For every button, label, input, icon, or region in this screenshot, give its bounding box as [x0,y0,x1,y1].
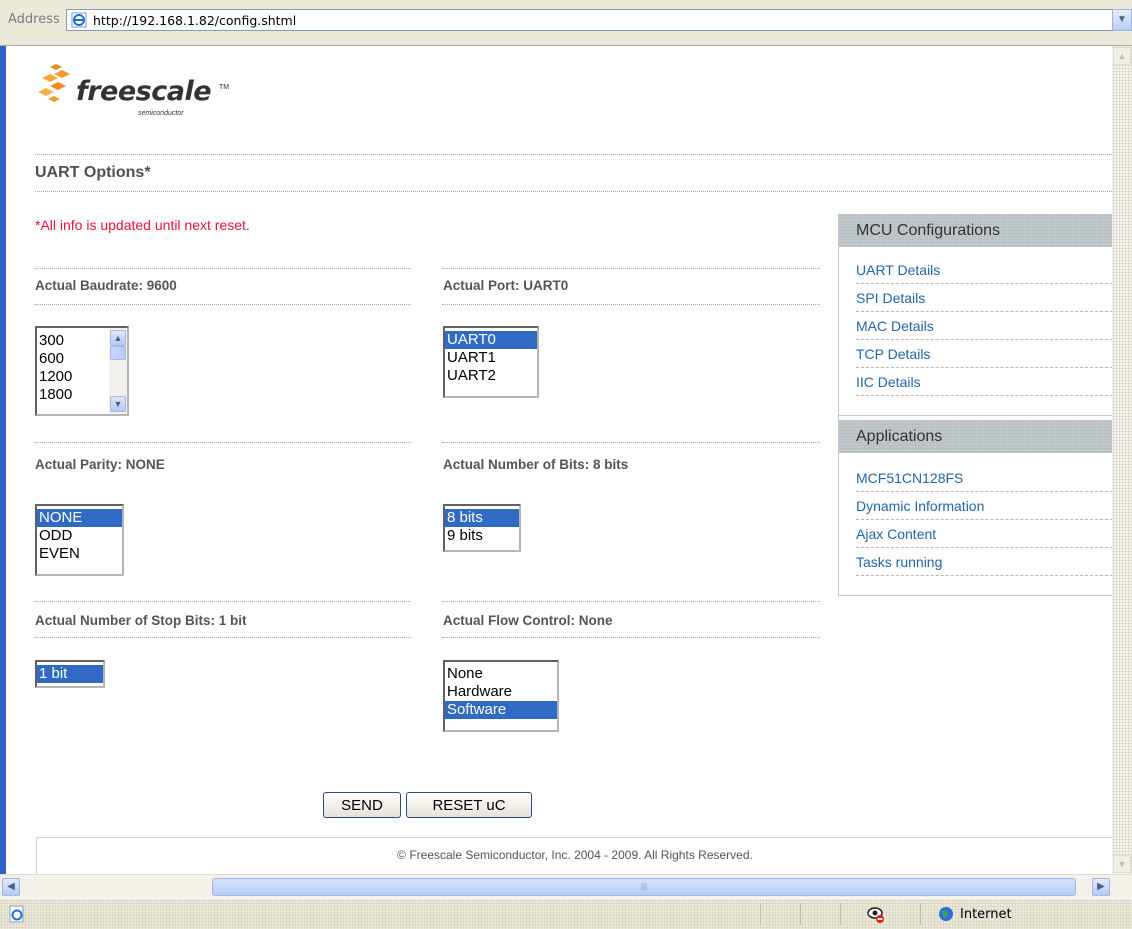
mcu-configurations-panel: MCU Configurations UART Details SPI Deta… [839,214,1112,416]
sidebar: MCU Configurations UART Details SPI Deta… [838,214,1112,596]
mcu-configurations-title: MCU Configurations [839,214,1112,248]
security-zone-label: Internet [960,907,1012,922]
page-horizontal-scrollbar[interactable]: ◀ ||| ▶ [0,874,1132,898]
divider [35,442,411,443]
status-separator [920,903,921,925]
applications-panel: Applications MCF51CN128FS Dynamic Inform… [839,420,1112,596]
reset-button[interactable]: RESET uC [406,792,532,818]
flow-control-option[interactable]: Hardware [445,683,557,701]
port-option[interactable]: UART1 [445,349,537,367]
port-select[interactable]: UART0 UART1 UART2 [443,326,539,398]
stop-bits-option-selected[interactable]: 1 bit [37,665,103,683]
scroll-thumb[interactable] [110,346,126,360]
divider [442,601,820,602]
status-separator [840,903,841,925]
bits-option[interactable]: 9 bits [445,527,519,545]
page-icon [71,12,87,28]
grip-icon: ||| [640,882,648,891]
freescale-logo-icon [38,64,70,102]
address-url: http://192.168.1.82/config.shtml [93,13,297,28]
parity-option[interactable]: EVEN [37,545,122,563]
stop-bits-label: Actual Number of Stop Bits: 1 bit [35,613,247,628]
port-option[interactable]: UART2 [445,367,537,385]
applications-title: Applications [839,420,1112,454]
divider [442,442,820,443]
divider [35,601,411,602]
chevron-left-icon: ◀ [7,881,15,892]
sidebar-link-spi-details[interactable]: SPI Details [856,284,1112,312]
copyright-text: © Freescale Semiconductor, Inc. 2004 - 2… [397,848,753,862]
send-button[interactable]: SEND [323,792,401,818]
sidebar-link-ajax-content[interactable]: Ajax Content [856,520,1112,548]
parity-option-selected[interactable]: NONE [37,509,122,527]
address-label: Address [8,12,60,27]
divider [35,268,411,269]
divider [35,191,1112,192]
chevron-down-icon: ▼ [1117,14,1127,25]
sidebar-link-mac-details[interactable]: MAC Details [856,312,1112,340]
chevron-down-icon: ▼ [113,399,123,409]
page-status-icon [9,905,24,923]
privacy-icon [867,907,884,923]
divider [35,637,411,638]
parity-label: Actual Parity: NONE [35,457,165,472]
bits-select[interactable]: 8 bits 9 bits [443,504,521,552]
flow-control-option[interactable]: None [445,665,557,683]
page-vertical-scrollbar[interactable]: ▲ ▼ [1112,46,1132,874]
flow-control-select[interactable]: None Hardware Software [443,660,559,732]
chevron-up-icon: ▲ [1117,51,1127,61]
logo-trademark: TM [219,84,230,91]
port-option-selected[interactable]: UART0 [445,331,537,349]
baudrate-scrollbar[interactable]: ▲ ▼ [109,328,127,414]
sidebar-link-tasks-running[interactable]: Tasks running [856,548,1112,576]
baudrate-label: Actual Baudrate: 9600 [35,278,177,293]
status-separator [760,903,761,925]
logo-subtitle: semiconductor [138,110,184,117]
baudrate-select[interactable]: 300 600 1200 1800 ▲ ▼ [35,326,129,416]
scroll-right-button[interactable]: ▶ [1092,878,1110,896]
scroll-left-button[interactable]: ◀ [2,878,20,896]
parity-option[interactable]: ODD [37,527,122,545]
sidebar-link-uart-details[interactable]: UART Details [856,256,1112,284]
chevron-up-icon: ▲ [113,333,123,343]
freescale-logo[interactable]: freescale TM semiconductor [36,58,246,128]
port-label: Actual Port: UART0 [443,278,569,293]
flow-control-label: Actual Flow Control: None [443,613,613,628]
scroll-down-button[interactable]: ▼ [110,396,126,412]
footer: © Freescale Semiconductor, Inc. 2004 - 2… [36,837,1112,874]
chevron-down-icon: ▼ [1117,859,1127,869]
divider [442,304,820,305]
parity-select[interactable]: NONE ODD EVEN [35,504,124,576]
bits-option-selected[interactable]: 8 bits [445,509,519,527]
divider [442,268,820,269]
address-input[interactable]: http://192.168.1.82/config.shtml [66,9,1114,31]
sidebar-link-mcf51cn128fs[interactable]: MCF51CN128FS [856,464,1112,492]
logo-wordmark: freescale [76,76,212,107]
scroll-up-button[interactable]: ▲ [1113,47,1131,65]
divider [35,154,1112,155]
divider [35,304,411,305]
sidebar-link-tcp-details[interactable]: TCP Details [856,340,1112,368]
stop-bits-select[interactable]: 1 bit [35,660,105,688]
horizontal-scroll-thumb[interactable]: ||| [212,878,1076,896]
sidebar-link-dynamic-information[interactable]: Dynamic Information [856,492,1112,520]
scroll-down-button[interactable]: ▼ [1113,855,1131,873]
page-title: UART Options* [35,164,151,181]
scroll-up-button[interactable]: ▲ [110,330,126,346]
page-viewport: freescale TM semiconductor UART Options*… [6,46,1112,874]
divider [442,637,820,638]
address-bar: Address http://192.168.1.82/config.shtml… [0,0,1132,46]
address-dropdown-button[interactable]: ▼ [1112,9,1132,31]
sidebar-link-iic-details[interactable]: IIC Details [856,368,1112,396]
chevron-right-icon: ▶ [1097,881,1105,892]
internet-zone-globe-icon [939,907,953,921]
bits-label: Actual Number of Bits: 8 bits [443,457,629,472]
status-bar: Internet [0,898,1132,929]
flow-control-option-selected[interactable]: Software [445,701,557,719]
status-separator [800,903,801,925]
reset-note: *All info is updated until next reset. [35,217,250,233]
